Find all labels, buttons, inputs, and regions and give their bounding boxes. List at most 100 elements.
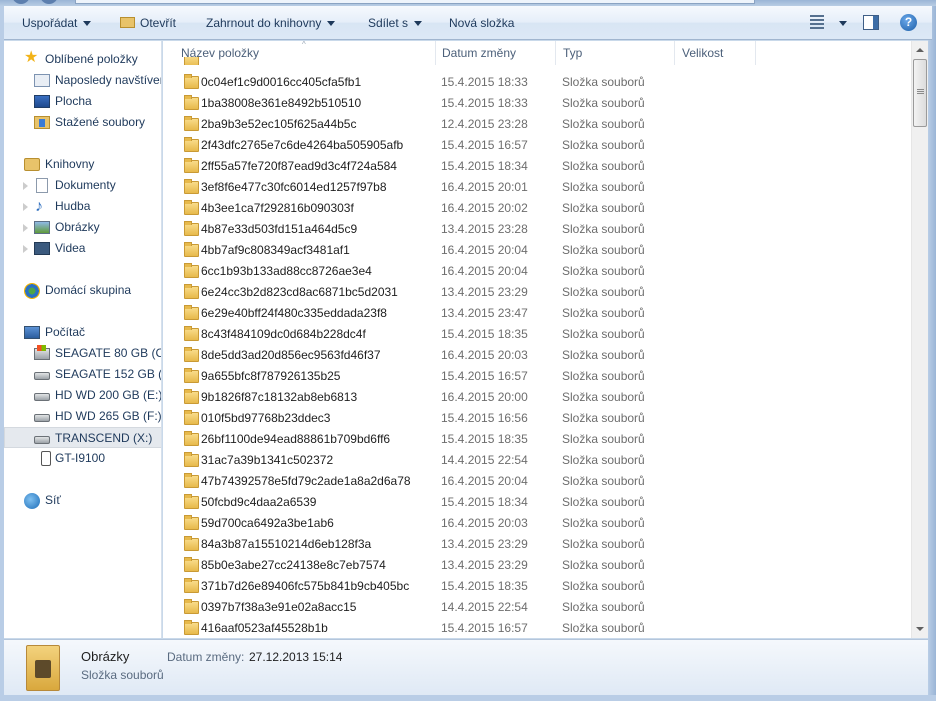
scrollbar-thumb[interactable]	[913, 59, 927, 127]
table-row[interactable]: 59d700ca6492a3be1ab6 16.4.2015 20:03 Složk…	[163, 513, 911, 534]
nav-network[interactable]: Síť	[4, 490, 161, 511]
table-row[interactable]: 6e24cc3b2d823cd8ac6871bc5d2031 13.4.2015 …	[163, 282, 911, 303]
table-row[interactable]: 4bb7af9c808349acf3481af1 16.4.2015 20:04 S…	[163, 240, 911, 261]
row-date: 15.4.2015 18:34	[441, 159, 528, 173]
folder-icon	[184, 494, 199, 509]
include-in-library-button[interactable]: Zahrnout do knihovny	[206, 6, 336, 40]
folder-icon	[184, 431, 199, 446]
table-row[interactable]: 3ef8f6e477c30fc6014ed1257f97b8 16.4.2015 …	[163, 177, 911, 198]
table-row[interactable]: 6e29e40bff24f480c335eddada23f8 13.4.2015 …	[163, 303, 911, 324]
table-row[interactable]: 85b0e3abe27cc24138e8c7eb7574 13.4.2015 23…	[163, 555, 911, 576]
row-name: 2f43dfc2765e7c6de4264ba505905afb	[201, 138, 404, 152]
row-type: Složka souborů	[562, 264, 645, 278]
scroll-down-arrow-icon[interactable]	[912, 621, 929, 638]
nav-drive-x[interactable]: TRANSCEND (X:)	[4, 427, 161, 448]
table-row[interactable]: 9a655bfc8f787926135b25 15.4.2015 16:57 Slo…	[163, 366, 911, 387]
share-with-button[interactable]: Sdílet s	[368, 6, 423, 40]
table-row[interactable]: 8de5dd3ad20d856ec9563fd46f37 16.4.2015 20…	[163, 345, 911, 366]
row-name: 416aaf0523af45528b1b	[201, 621, 328, 635]
nav-pictures[interactable]: Obrázky	[4, 217, 161, 238]
new-folder-button[interactable]: Nová složka	[449, 6, 514, 40]
view-options-chevron-icon[interactable]	[839, 21, 847, 26]
nav-libraries[interactable]: Knihovny	[4, 154, 161, 175]
expand-arrow-icon[interactable]	[23, 203, 28, 211]
table-row[interactable]: 6cc1b93b133ad88cc8726ae3e4 16.4.2015 20:0…	[163, 261, 911, 282]
row-type: Složka souborů	[562, 75, 645, 89]
folder-icon	[184, 74, 199, 89]
table-row[interactable]: 2ba9b3e52ec105f625a44b5c 12.4.2015 23:28 S…	[163, 114, 911, 135]
row-name: 0397b7f38a3e91e02a8acc15	[201, 600, 357, 614]
row-date: 16.4.2015 20:04	[441, 264, 528, 278]
nav-documents[interactable]: Dokumenty	[4, 175, 161, 196]
table-row[interactable]: 4b87e33d503fd151a464d5c9 13.4.2015 23:28 S…	[163, 219, 911, 240]
table-row[interactable]: 0c04ef1c9d0016cc405cfa5fb1 15.4.2015 18:3…	[163, 72, 911, 93]
music-note-icon: ♪	[35, 198, 43, 215]
table-row[interactable]: 371b7d26e89406fc575b841b9cb405bc 15.4.201…	[163, 576, 911, 597]
expand-arrow-icon[interactable]	[23, 224, 28, 232]
table-row[interactable]: 8c43f484109dc0d684b228dc4f 15.4.2015 18:3…	[163, 324, 911, 345]
folder-icon	[184, 57, 199, 65]
nav-computer[interactable]: Počítač	[4, 322, 161, 343]
nav-downloads[interactable]: Stažené soubory	[4, 112, 161, 133]
back-button[interactable]	[12, 0, 30, 4]
table-row[interactable]: 2f43dfc2765e7c6de4264ba505905afb 15.4.201…	[163, 135, 911, 156]
table-row[interactable]: 26bf1100de94ead88861b709bd6ff6 15.4.2015 …	[163, 429, 911, 450]
nav-drive-f-label: HD WD 265 GB (F:)	[55, 409, 162, 423]
vertical-scrollbar[interactable]	[911, 41, 928, 638]
row-date: 13.4.2015 23:47	[441, 306, 528, 320]
table-row[interactable]: 84a3b87a15510214d6eb128f3a 13.4.2015 23:2…	[163, 534, 911, 555]
row-type: Složka souborů	[562, 348, 645, 362]
row-date: 15.4.2015 18:33	[441, 75, 528, 89]
folder-icon	[184, 368, 199, 383]
row-date: 16.4.2015 20:03	[441, 516, 528, 530]
table-row[interactable]: 416aaf0523af45528b1b 15.4.2015 16:57 Složk…	[163, 618, 911, 638]
table-row[interactable]: 47b74392578e5fd79c2ade1a8a2d6a78 16.4.201…	[163, 471, 911, 492]
table-row[interactable]: 9b1826f87c18132ab8eb6813 16.4.2015 20:00 S…	[163, 387, 911, 408]
scroll-up-arrow-icon[interactable]	[912, 41, 929, 58]
preview-pane-icon[interactable]	[863, 15, 879, 30]
address-bar[interactable]	[75, 0, 755, 4]
table-row[interactable]: 50fcbd9c4daa2a6539 15.4.2015 18:34 Složka …	[163, 492, 911, 513]
nav-phone[interactable]: GT-I9100	[4, 448, 161, 469]
folder-icon	[184, 536, 199, 551]
table-row[interactable]: 010f5bd97768b23ddec3 15.4.2015 16:56 Složk…	[163, 408, 911, 429]
folder-icon	[184, 578, 199, 593]
nav-drive-c[interactable]: SEAGATE 80 GB (C:)	[4, 343, 162, 364]
forward-button[interactable]	[40, 0, 58, 4]
row-type: Složka souborů	[562, 432, 645, 446]
table-row[interactable]: 0397b7f38a3e91e02a8acc15 14.4.2015 22:54 S…	[163, 597, 911, 618]
nav-music[interactable]: ♪ Hudba	[4, 196, 161, 217]
expand-arrow-icon[interactable]	[23, 182, 28, 190]
nav-homegroup[interactable]: Domácí skupina	[4, 280, 161, 301]
organize-label: Uspořádat	[22, 16, 78, 30]
details-date-label: Datum změny:	[167, 650, 245, 664]
nav-videos[interactable]: Videa	[4, 238, 161, 259]
help-icon[interactable]: ?	[900, 14, 917, 31]
row-date: 15.4.2015 18:35	[441, 327, 528, 341]
nav-drive-f[interactable]: HD WD 265 GB (F:)	[4, 406, 162, 427]
change-view-icon[interactable]	[810, 15, 824, 29]
open-button[interactable]: Otevřít	[120, 6, 176, 40]
table-row[interactable]: 1ba38008e361e8492b510510 15.4.2015 18:33 S…	[163, 93, 911, 114]
new-folder-label: Nová složka	[449, 16, 515, 30]
nav-desktop[interactable]: Plocha	[4, 91, 161, 112]
nav-recent-places[interactable]: Naposledy navštíven	[4, 70, 161, 91]
expand-arrow-icon[interactable]	[23, 245, 28, 253]
table-row[interactable]: 2ff55a57fe720f87ead9d3c4f724a584 15.4.201…	[163, 156, 911, 177]
nav-favorites[interactable]: ★ Oblíbené položky	[4, 49, 161, 70]
row-name: 47b74392578e5fd79c2ade1a8a2d6a78	[201, 474, 411, 488]
table-row-partial[interactable]	[163, 57, 911, 65]
table-row[interactable]: 31ac7a39b1341c502372 14.4.2015 22:54 Složk…	[163, 450, 911, 471]
videos-icon	[34, 242, 50, 255]
row-name: 59d700ca6492a3be1ab6	[201, 516, 334, 530]
row-type: Složka souborů	[562, 516, 645, 530]
nav-drive-e[interactable]: HD WD 200 GB (E:)	[4, 385, 161, 406]
organize-button[interactable]: Uspořádat	[22, 6, 92, 40]
row-date: 13.4.2015 23:29	[441, 537, 528, 551]
removable-drive-icon	[34, 436, 50, 444]
table-row[interactable]: 4b3ee1ca7f292816b090303f 16.4.2015 20:02 S…	[163, 198, 911, 219]
nav-drive-c-label: SEAGATE 80 GB (C:)	[55, 346, 162, 360]
folder-icon	[184, 473, 199, 488]
row-type: Složka souborů	[562, 138, 645, 152]
nav-drive-d[interactable]: SEAGATE 152 GB (D:	[4, 364, 161, 385]
